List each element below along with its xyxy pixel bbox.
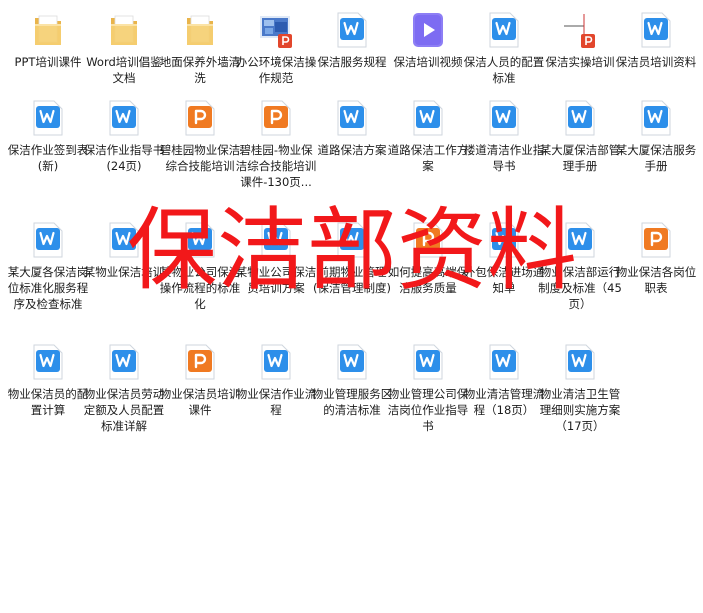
word-icon <box>564 100 596 136</box>
file-label: 物业保洁作业流程 <box>235 387 317 417</box>
word-icon <box>336 344 368 380</box>
file-grid: PPT培训课件 Word培训倡鉴文档 地面保养外墙清洗 办公环境保洁操作规范 保… <box>0 0 703 613</box>
file-label: Word培训倡鉴文档 <box>86 55 162 85</box>
file-label: 前期物业管理(保洁管理制度) <box>313 265 391 295</box>
image-ppt-icon <box>260 12 292 48</box>
word-icon <box>488 100 520 136</box>
file-label: 某大厦保洁服务手册 <box>615 143 697 173</box>
file-label: 某大厦保洁部管理手册 <box>539 143 621 173</box>
file-label: 某物业保洁培训 <box>83 265 165 279</box>
word-icon <box>32 222 64 258</box>
file-label: 保洁实操培训 <box>545 55 615 69</box>
word-icon <box>184 222 216 258</box>
folder-icon <box>32 12 64 48</box>
word-icon <box>336 222 368 258</box>
word-icon <box>260 222 292 258</box>
file-label: 道路保洁工作方案 <box>387 143 469 173</box>
file-label: 物业清洁卫生管理细则实施方案（17页） <box>539 387 621 433</box>
file-label: 保洁人员的配置标准 <box>463 55 545 85</box>
folder-icon <box>184 12 216 48</box>
word-icon <box>336 12 368 48</box>
word-icon <box>412 100 444 136</box>
word-icon <box>260 344 292 380</box>
word-icon <box>488 222 520 258</box>
word-icon <box>32 100 64 136</box>
file-label: 地面保养外墙清洗 <box>159 55 241 85</box>
word-icon <box>108 344 140 380</box>
file-label: 物业保洁员劳动定额及人员配置标准详解 <box>83 387 165 433</box>
file-label: 物业管理公司保洁岗位作业指导书 <box>387 387 469 433</box>
file-label: 物业保洁员培训课件 <box>159 387 241 417</box>
file-label: 物业保洁部运行制度及标准（45页） <box>538 265 622 311</box>
word-icon <box>640 100 672 136</box>
file-label: 保洁培训视频 <box>393 55 463 69</box>
file-label: 楼道清洁作业指导书 <box>463 143 545 173</box>
file-label: 物业管理服务区的清洁标准 <box>311 387 393 417</box>
file-label: 碧桂园物业保洁综合技能培训 <box>159 143 241 173</box>
file-label: 某物业公司保洁操作流程的标准化 <box>159 265 241 311</box>
file-label: 碧桂园-物业保洁综合技能培训课件-130页... <box>235 143 317 189</box>
file-label: 物业保洁各岗位职表 <box>615 265 697 295</box>
word-icon <box>412 344 444 380</box>
word-icon <box>32 344 64 380</box>
file-label: 办公环境保洁操作规范 <box>235 55 317 85</box>
ppt-icon <box>412 222 444 258</box>
word-icon <box>488 344 520 380</box>
word-icon <box>488 12 520 48</box>
folder-icon <box>108 12 140 48</box>
file-label: 保洁服务规程 <box>317 55 387 69</box>
ppt-image-icon <box>564 12 596 48</box>
file-label: 道路保洁方案 <box>317 143 387 157</box>
file-label: 物业清洁管理流程（18页） <box>463 387 545 417</box>
ppt-icon <box>640 222 672 258</box>
word-icon <box>564 344 596 380</box>
video-icon <box>412 12 444 48</box>
file-label: 某大厦各保洁岗位标准化服务程序及检查标准 <box>7 265 89 311</box>
file-label: 保洁作业签到表(新) <box>7 143 89 173</box>
file-label: 某物业公司保洁员培训方案 <box>235 265 317 295</box>
ppt-icon <box>184 100 216 136</box>
file-label: 如何提高高端保洁服务质量 <box>387 265 469 295</box>
ppt-icon <box>184 344 216 380</box>
file-label: 保洁作业指导书(24页) <box>83 143 165 173</box>
word-icon <box>640 12 672 48</box>
word-icon <box>336 100 368 136</box>
file-label: 保洁员培训资料 <box>615 55 697 69</box>
word-icon <box>108 222 140 258</box>
word-icon <box>564 222 596 258</box>
file-label: PPT培训课件 <box>14 55 82 69</box>
ppt-icon <box>260 100 292 136</box>
file-label: 物业保洁员的配置计算 <box>7 387 89 417</box>
word-icon <box>108 100 140 136</box>
file-label: 外包保洁进场通知单 <box>463 265 545 295</box>
